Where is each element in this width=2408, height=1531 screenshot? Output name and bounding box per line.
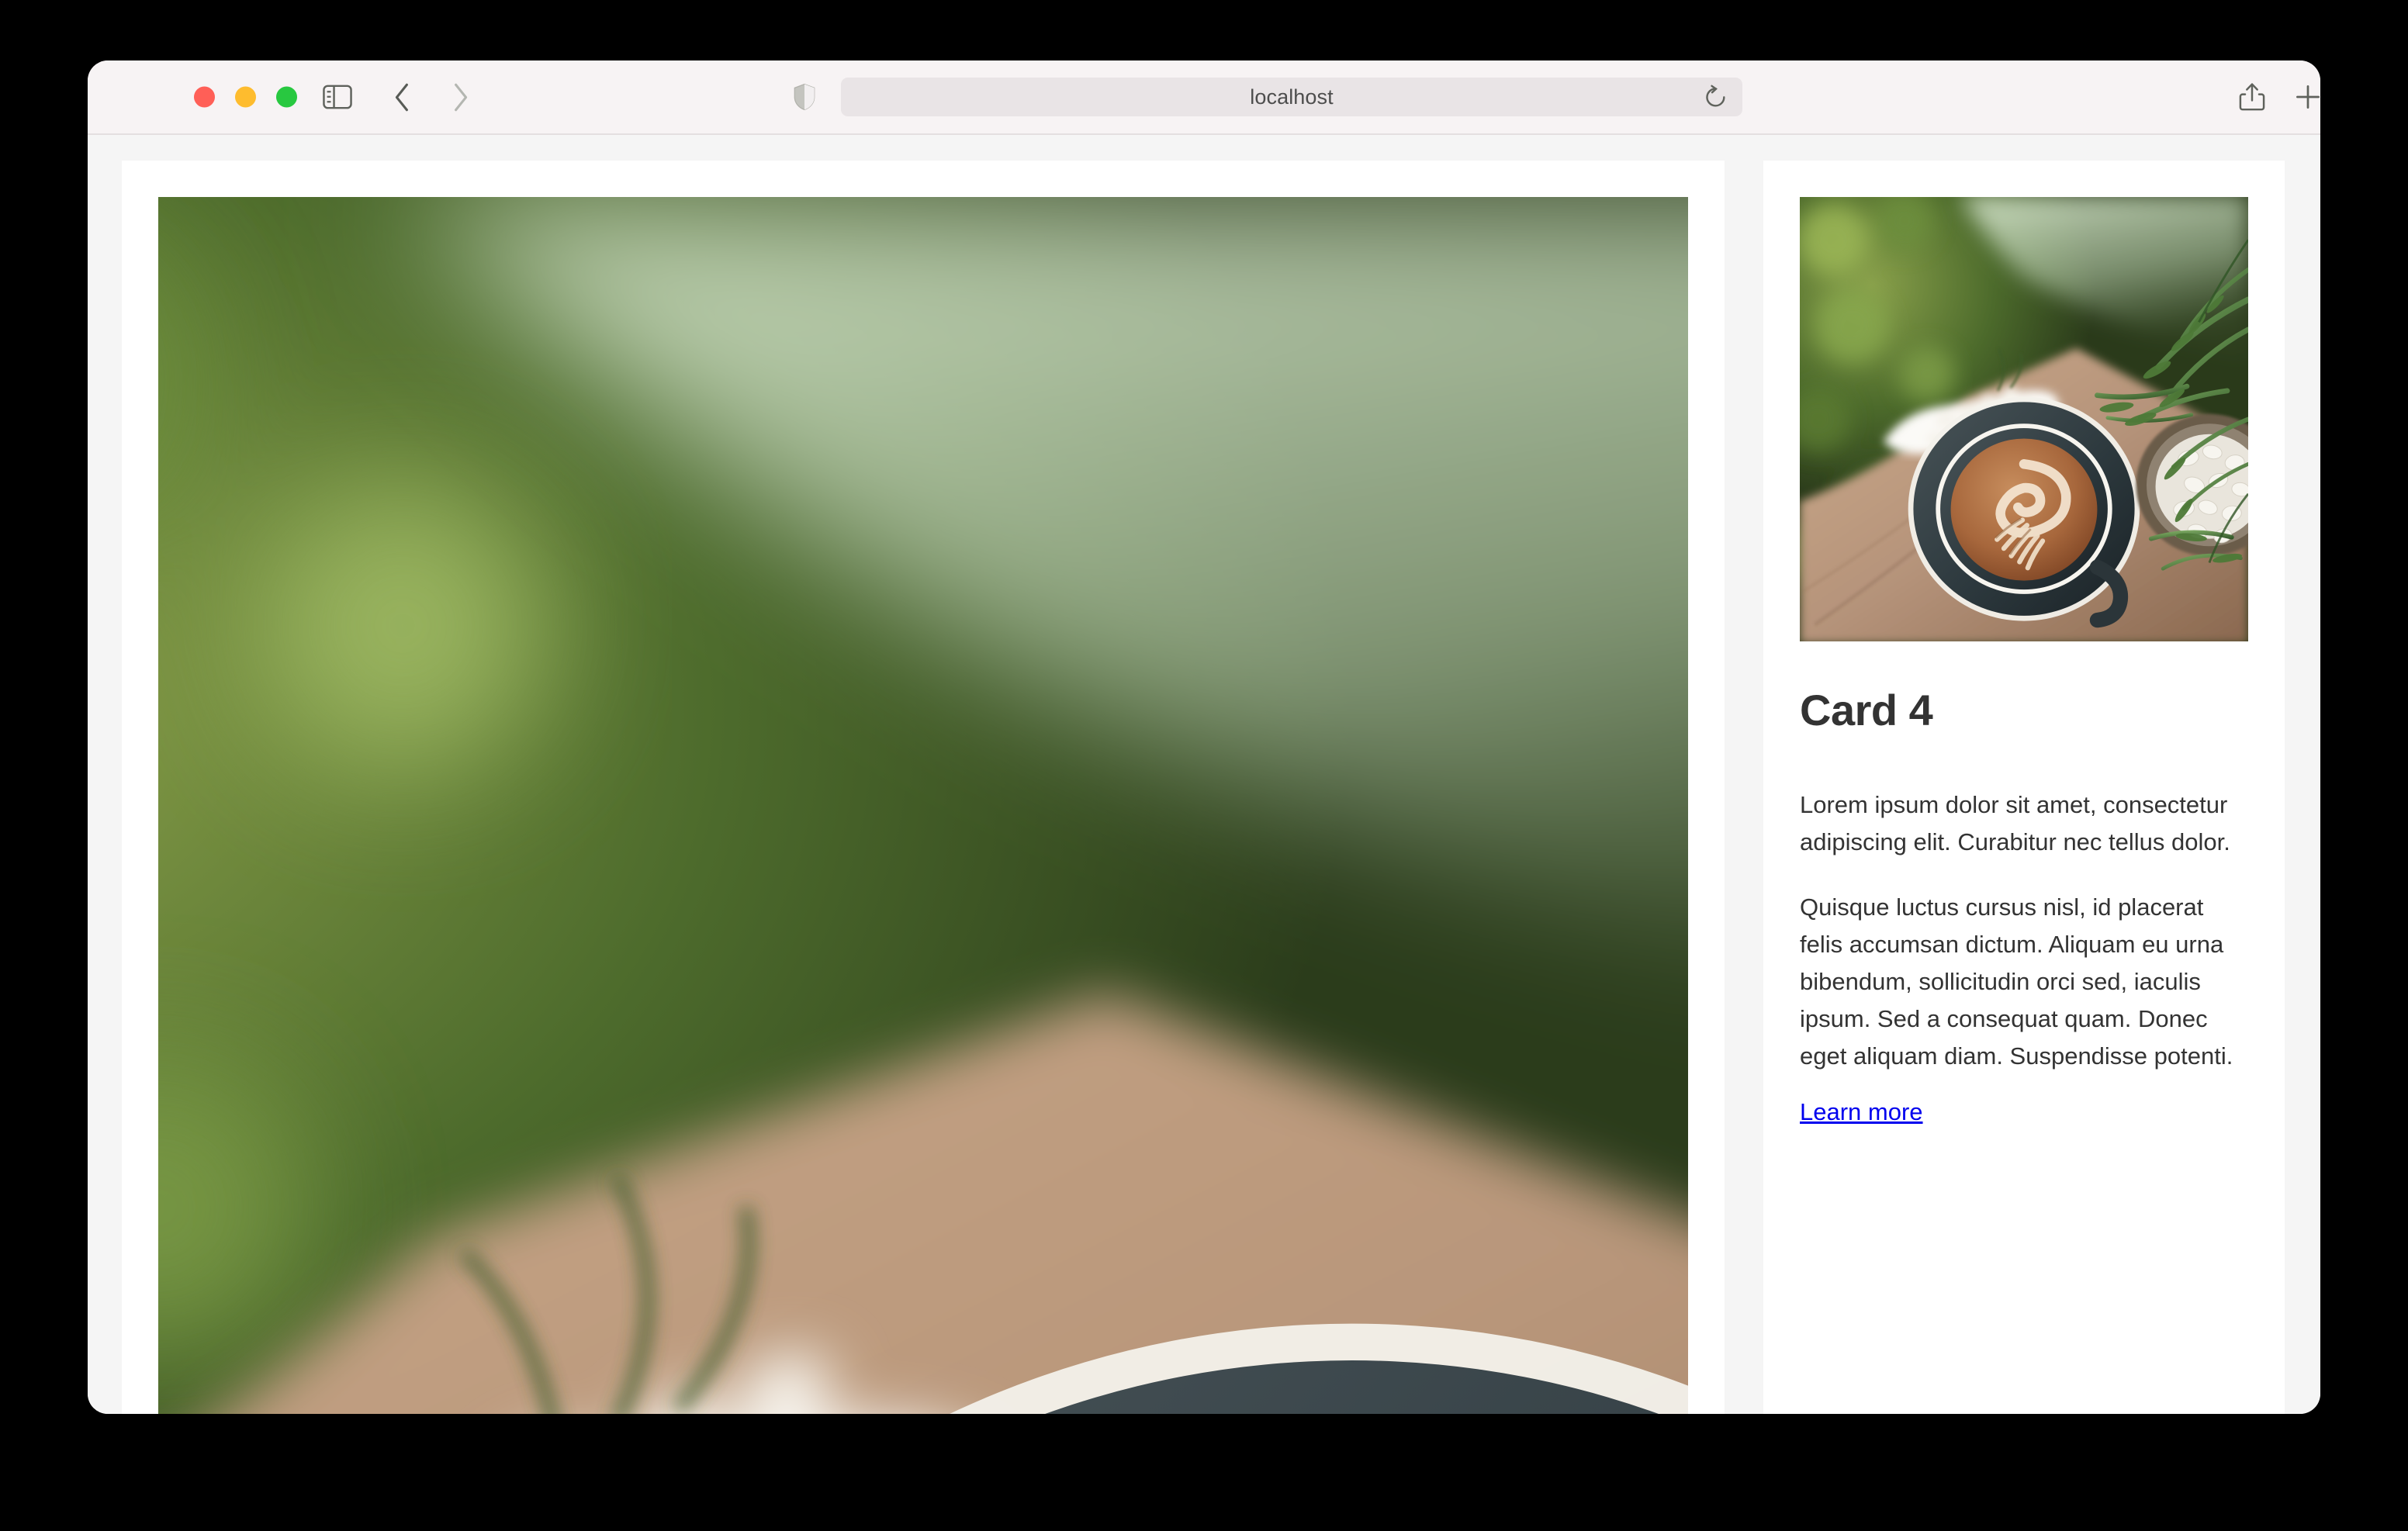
side-card: Card 4 Lorem ipsum dolor sit amet, conse… bbox=[1763, 161, 2285, 1414]
learn-more-link[interactable]: Learn more bbox=[1800, 1098, 1923, 1126]
address-bar[interactable]: localhost bbox=[841, 78, 1742, 116]
side-card-paragraph-2: Quisque luctus cursus nisl, id placerat … bbox=[1800, 893, 2233, 1070]
page-viewport[interactable]: Card 4 Lorem ipsum dolor sit amet, conse… bbox=[88, 135, 2320, 1414]
side-card-image bbox=[1800, 197, 2248, 641]
side-card-paragraph-1: Lorem ipsum dolor sit amet, consectetur … bbox=[1800, 791, 2230, 856]
reload-icon[interactable] bbox=[1704, 85, 1728, 109]
back-button[interactable] bbox=[381, 75, 424, 119]
minimize-window-button[interactable] bbox=[235, 86, 256, 108]
address-bar-text: localhost bbox=[1250, 85, 1334, 109]
maximize-window-button[interactable] bbox=[276, 86, 297, 108]
sidebar-toggle-icon[interactable] bbox=[316, 75, 359, 119]
side-card-title: Card 4 bbox=[1800, 686, 1933, 734]
shield-privacy-icon[interactable] bbox=[783, 75, 826, 119]
desktop-backdrop: localhost Card 4 Lorem ipsum dolor sit a… bbox=[0, 0, 2408, 1531]
browser-toolbar: localhost bbox=[88, 60, 2320, 135]
forward-button[interactable] bbox=[438, 75, 482, 119]
share-icon[interactable] bbox=[2230, 75, 2274, 119]
close-window-button[interactable] bbox=[194, 86, 215, 108]
browser-window: localhost Card 4 Lorem ipsum dolor sit a… bbox=[88, 60, 2320, 1414]
new-tab-button[interactable] bbox=[2286, 75, 2320, 119]
hero-card-image bbox=[158, 197, 1688, 1414]
card-grid: Card 4 Lorem ipsum dolor sit amet, conse… bbox=[88, 135, 2320, 1414]
hero-card bbox=[122, 161, 1725, 1414]
window-controls bbox=[194, 86, 297, 108]
